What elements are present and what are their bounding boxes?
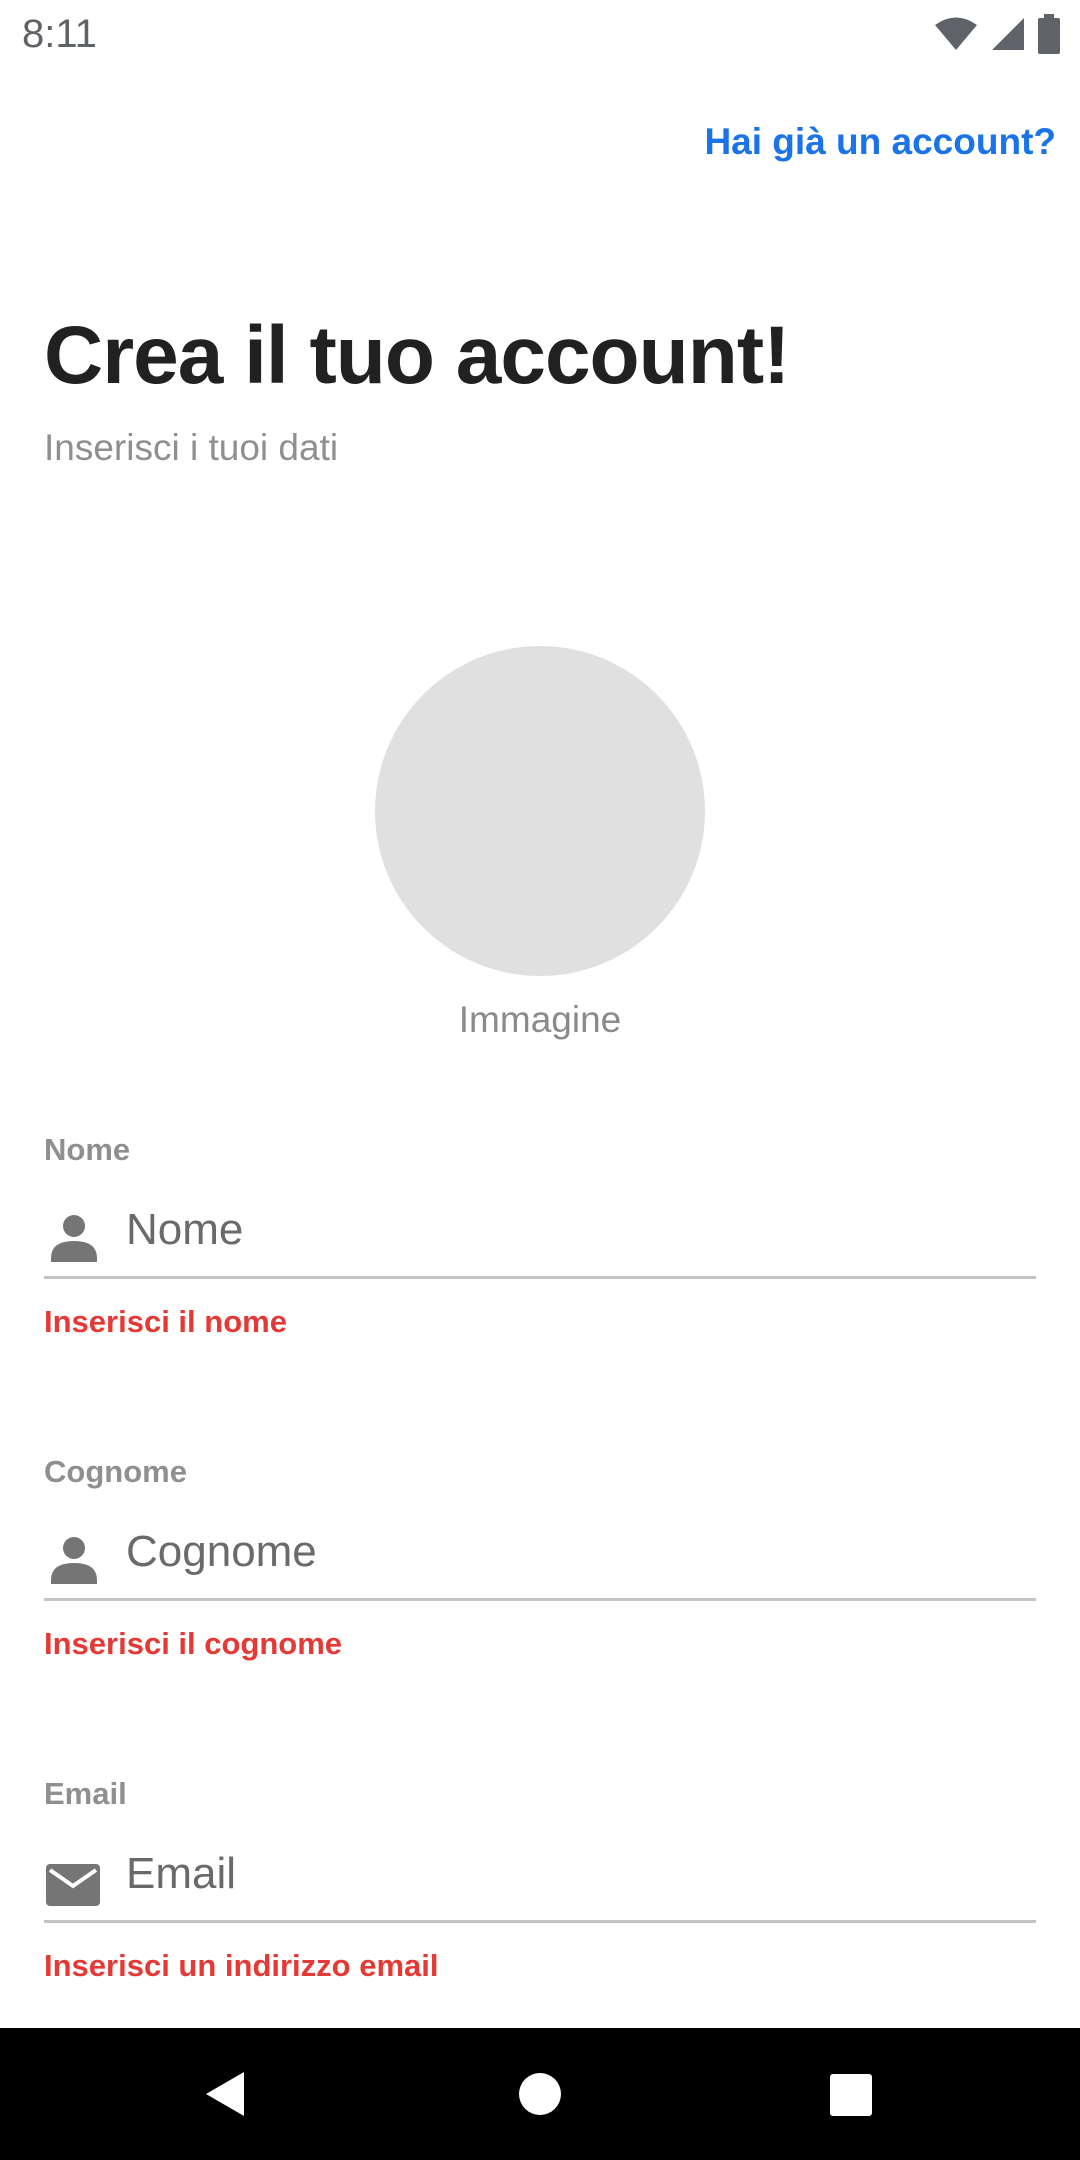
- field-label: Nome: [44, 1132, 131, 1167]
- recents-icon: [820, 2064, 880, 2124]
- avatar-picker[interactable]: [375, 646, 705, 976]
- field-label: Email: [44, 1776, 127, 1811]
- signal-icon: [990, 16, 1026, 52]
- navigation-bar: [0, 2028, 1080, 2160]
- status-icons: [934, 14, 1060, 54]
- email-input[interactable]: [126, 1844, 1026, 1904]
- back-icon: [196, 2064, 256, 2124]
- mail-icon: [44, 1854, 104, 1914]
- home-button[interactable]: [510, 2064, 570, 2124]
- wifi-icon: [934, 16, 978, 52]
- nome-input-row[interactable]: [44, 1188, 1036, 1279]
- status-time: 8:11: [22, 12, 97, 56]
- nome-error: Inserisci il nome: [44, 1304, 287, 1339]
- signup-screen: 8:11 Hai già un account? Crea il tuo acc…: [0, 0, 1080, 2160]
- cognome-error: Inserisci il cognome: [44, 1626, 343, 1661]
- cognome-input-row[interactable]: [44, 1510, 1036, 1601]
- email-input-row[interactable]: [44, 1832, 1036, 1923]
- battery-icon: [1038, 14, 1060, 54]
- avatar-label: Immagine: [458, 999, 622, 1040]
- recents-button[interactable]: [820, 2064, 880, 2124]
- home-icon: [510, 2064, 570, 2124]
- login-link[interactable]: Hai già un account?: [704, 118, 1056, 166]
- cognome-input[interactable]: [126, 1522, 1026, 1582]
- page-title: Crea il tuo account!: [44, 310, 790, 401]
- field-label: Cognome: [44, 1454, 187, 1489]
- status-bar: 8:11: [0, 0, 1080, 66]
- person-icon: [44, 1532, 104, 1592]
- person-icon: [44, 1210, 104, 1270]
- email-error: Inserisci un indirizzo email: [44, 1948, 439, 1983]
- back-button[interactable]: [196, 2064, 256, 2124]
- page-subtitle: Inserisci i tuoi dati: [44, 427, 339, 468]
- nome-input[interactable]: [126, 1200, 1026, 1260]
